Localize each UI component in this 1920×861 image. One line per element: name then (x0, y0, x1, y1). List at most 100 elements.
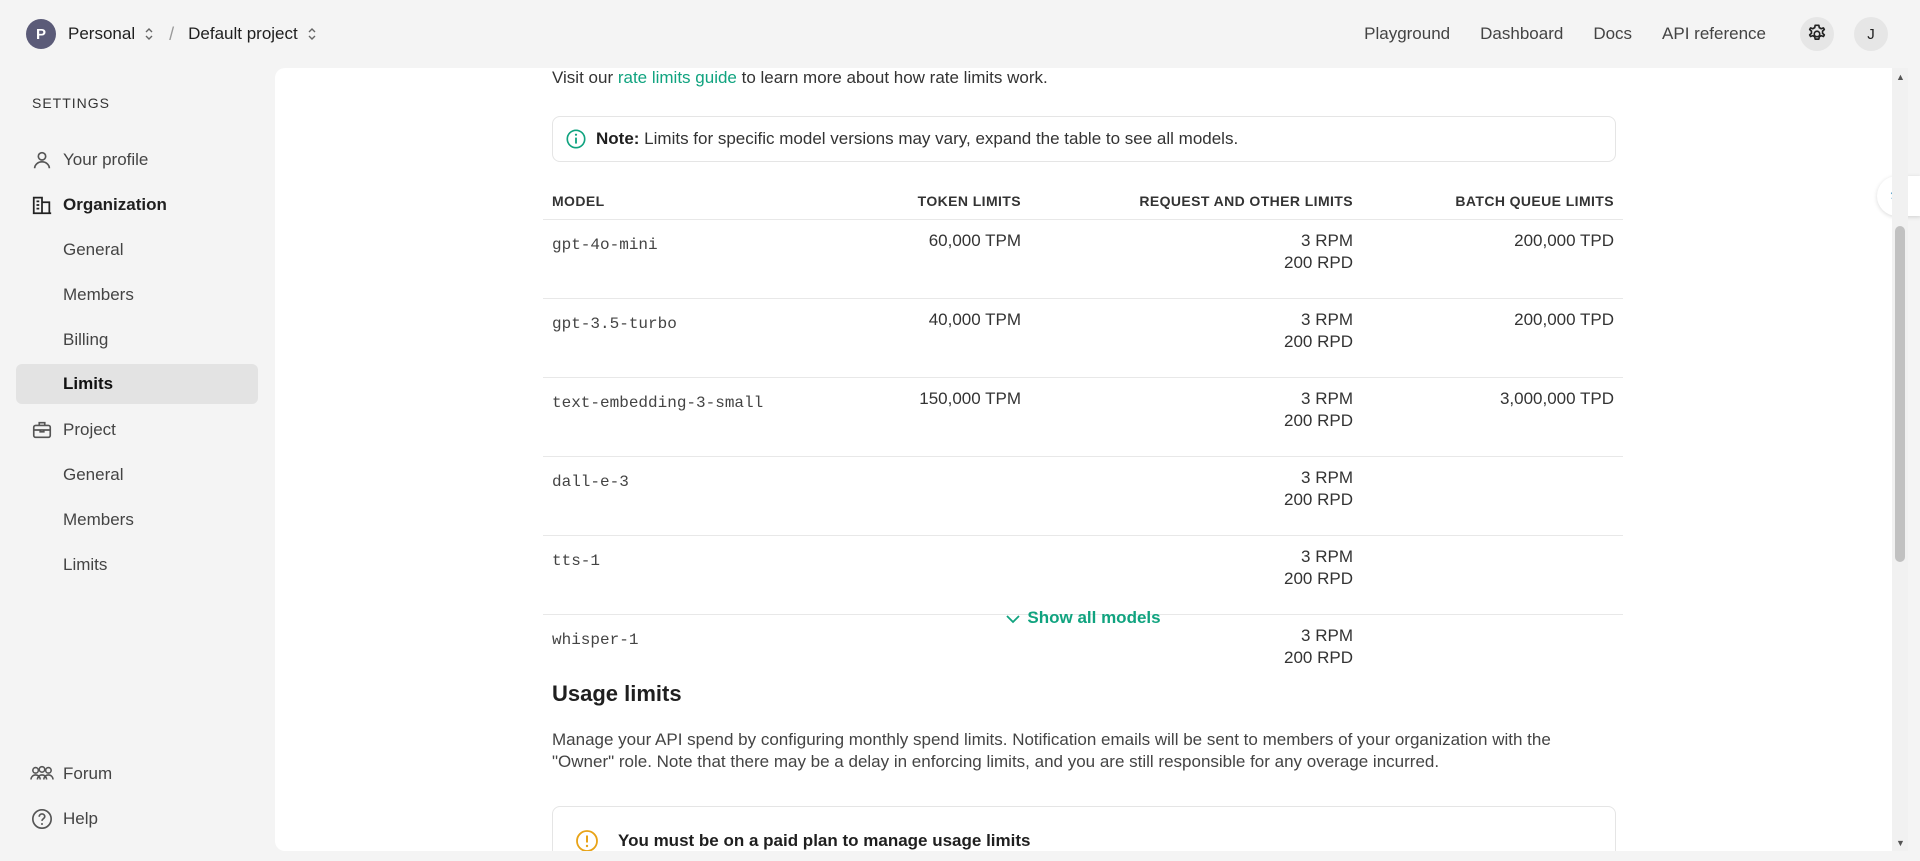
token-limit (878, 456, 1030, 536)
sidebar-item-project[interactable]: Project (16, 410, 258, 450)
sidebar-item-label: General (63, 240, 124, 259)
chevron-up-down-icon[interactable] (143, 26, 155, 42)
show-all-label: Show all models (1027, 608, 1161, 627)
sidebar-item-label: Limits (63, 555, 108, 574)
table-row: gpt-4o-mini 60,000 TPM 3 RPM 200 RPD 200,… (543, 219, 1623, 299)
table-row: text-embedding-3-small 150,000 TPM 3 RPM… (543, 377, 1623, 457)
sidebar-item-org-members[interactable]: Members (16, 275, 258, 315)
sidebar-item-project-members[interactable]: Members (16, 500, 258, 540)
rpd-value: 200 RPD (1284, 411, 1353, 430)
rpd-value: 200 RPD (1284, 569, 1353, 588)
request-limits: 3 RPM 200 RPD (1030, 377, 1362, 457)
rpm-value: 3 RPM (1301, 310, 1353, 329)
intro-suffix: to learn more about how rate limits work… (736, 68, 1048, 87)
batch-limit (1362, 456, 1623, 536)
request-limits: 3 RPM 200 RPD (1030, 219, 1362, 299)
warning-icon (576, 830, 598, 851)
batch-limit: 200,000 TPD (1362, 219, 1623, 299)
rate-limits-intro: Visit our rate limits guide to learn mor… (552, 68, 1048, 88)
chevron-down-icon (1006, 614, 1021, 623)
token-limit (878, 535, 1030, 615)
table-header-row: MODEL TOKEN LIMITS REQUEST AND OTHER LIM… (543, 183, 1623, 220)
scroll-up-arrow-icon[interactable]: ▲ (1896, 72, 1905, 82)
sidebar-item-help[interactable]: Help (16, 799, 258, 839)
sidebar-item-label: Billing (63, 330, 109, 349)
project-switcher[interactable]: Default project (188, 24, 298, 44)
column-header-token-limits: TOKEN LIMITS (878, 183, 1030, 220)
sidebar-item-forum[interactable]: Forum (16, 754, 258, 794)
warning-text: You must be on a paid plan to manage usa… (618, 831, 1031, 850)
nav-dashboard[interactable]: Dashboard (1480, 24, 1563, 44)
rpd-value: 200 RPD (1284, 332, 1353, 351)
sidebar-item-label: Project (63, 420, 116, 439)
token-limit: 60,000 TPM (878, 219, 1030, 299)
sidebar-item-org-billing[interactable]: Billing (16, 320, 258, 360)
request-limits: 3 RPM 200 RPD (1030, 535, 1362, 615)
model-name: gpt-3.5-turbo (543, 298, 878, 378)
main-panel: Visit our rate limits guide to learn mor… (275, 68, 1892, 851)
rpd-value: 200 RPD (1284, 490, 1353, 509)
batch-limit (1362, 535, 1623, 615)
sidebar-item-org-limits[interactable]: Limits (16, 364, 258, 404)
note-text: Limits for specific model versions may v… (639, 129, 1239, 148)
settings-button[interactable] (1800, 17, 1834, 51)
rate-limits-guide-link[interactable]: rate limits guide (618, 68, 737, 87)
nav-playground[interactable]: Playground (1364, 24, 1450, 44)
breadcrumb: P Personal / Default project (26, 19, 318, 49)
model-name: dall-e-3 (543, 456, 878, 536)
rpd-value: 200 RPD (1284, 253, 1353, 272)
rpm-value: 3 RPM (1301, 389, 1353, 408)
people-icon (30, 762, 54, 786)
building-icon (30, 193, 54, 217)
sidebar-item-label: Your profile (63, 150, 149, 169)
batch-limit: 200,000 TPD (1362, 298, 1623, 378)
usage-limits-heading: Usage limits (552, 681, 682, 706)
model-name: gpt-4o-mini (543, 219, 878, 299)
scrollbar-thumb[interactable] (1895, 226, 1905, 562)
table-row: tts-1 3 RPM 200 RPD (543, 535, 1623, 615)
column-header-batch-queue-limits: BATCH QUEUE LIMITS (1362, 183, 1623, 220)
org-avatar[interactable]: P (26, 19, 56, 49)
top-nav: Playground Dashboard Docs API reference … (1334, 17, 1920, 51)
token-limit: 40,000 TPM (878, 298, 1030, 378)
sidebar-item-label: Help (63, 809, 98, 828)
sidebar-item-label: Members (63, 510, 134, 529)
model-name: tts-1 (543, 535, 878, 615)
sidebar-heading: SETTINGS (32, 95, 111, 111)
user-avatar[interactable]: J (1854, 17, 1888, 51)
batch-limit: 3,000,000 TPD (1362, 377, 1623, 457)
scroll-down-arrow-icon[interactable]: ▼ (1896, 838, 1905, 848)
sidebar-item-label: Organization (63, 195, 167, 214)
sidebar: SETTINGS Your profile Organization Gener… (0, 68, 275, 861)
request-limits: 3 RPM 200 RPD (1030, 456, 1362, 536)
paid-plan-warning: You must be on a paid plan to manage usa… (552, 806, 1616, 851)
sidebar-item-label: Limits (63, 374, 114, 393)
top-bar: P Personal / Default project Playground … (0, 0, 1920, 68)
nav-docs[interactable]: Docs (1593, 24, 1632, 44)
token-limit: 150,000 TPM (878, 377, 1030, 457)
column-header-request-limits: REQUEST AND OTHER LIMITS (1030, 183, 1362, 220)
help-icon (30, 807, 54, 831)
model-name: text-embedding-3-small (543, 377, 878, 457)
request-limits: 3 RPM 200 RPD (1030, 298, 1362, 378)
sidebar-item-organization[interactable]: Organization (16, 185, 258, 225)
rpm-value: 3 RPM (1301, 547, 1353, 566)
sidebar-item-project-general[interactable]: General (16, 455, 258, 495)
sidebar-item-your-profile[interactable]: Your profile (16, 140, 258, 180)
org-switcher[interactable]: Personal (68, 24, 135, 44)
rpd-value: 200 RPD (1284, 648, 1353, 667)
sidebar-item-org-general[interactable]: General (16, 230, 258, 270)
briefcase-icon (30, 418, 54, 442)
rpm-value: 3 RPM (1301, 626, 1353, 645)
gear-icon (1808, 24, 1826, 40)
show-all-models-button[interactable]: Show all models (552, 608, 1614, 628)
sidebar-item-label: General (63, 465, 124, 484)
table-row: dall-e-3 3 RPM 200 RPD (543, 456, 1623, 536)
nav-api-reference[interactable]: API reference (1662, 24, 1766, 44)
sidebar-item-project-limits[interactable]: Limits (16, 545, 258, 585)
breadcrumb-separator: / (169, 23, 175, 44)
note-banner: Note: Limits for specific model versions… (552, 116, 1616, 162)
sidebar-item-label: Forum (63, 764, 113, 783)
table-row: gpt-3.5-turbo 40,000 TPM 3 RPM 200 RPD 20… (543, 298, 1623, 378)
chevron-up-down-icon[interactable] (306, 26, 318, 42)
